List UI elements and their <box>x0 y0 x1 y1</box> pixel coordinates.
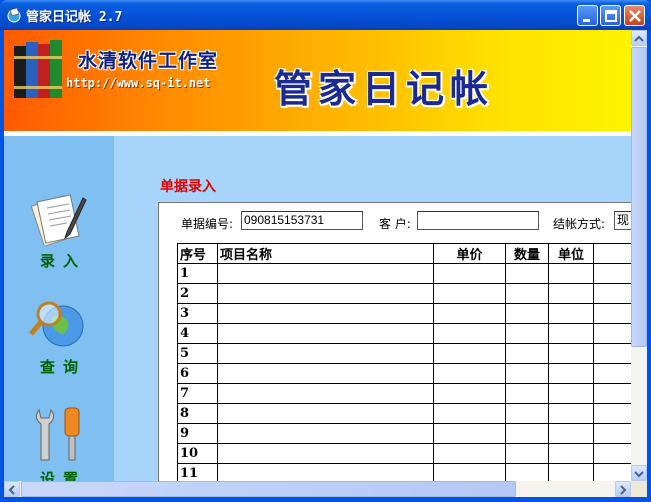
table-row[interactable]: 1 <box>177 263 631 284</box>
row-number: 4 <box>177 323 218 344</box>
document-pen-icon <box>30 194 87 246</box>
vertical-scroll-thumb[interactable] <box>631 47 647 347</box>
sidebar-item-query[interactable]: 查询 <box>4 296 114 377</box>
scroll-up-button[interactable] <box>631 30 647 46</box>
payment-label: 结帐方式: <box>553 217 606 231</box>
window-frame-bottom <box>0 497 651 502</box>
doc-no-input[interactable]: 090815153731 <box>241 211 363 230</box>
minimize-icon <box>583 19 590 22</box>
table-header-row: 序号 项目名称 单价 数量 单位 <box>177 243 631 264</box>
scrollbar-corner <box>631 481 647 497</box>
table-row[interactable]: 6 <box>177 363 631 384</box>
app-title: 管家日记帐 <box>274 66 495 111</box>
table-row[interactable]: 11 <box>177 463 631 481</box>
horizontal-scrollbar[interactable] <box>4 481 631 497</box>
column-header[interactable]: 单位 <box>548 243 594 264</box>
window-title: 管家日记帐 2.7 <box>26 10 123 25</box>
row-number: 2 <box>177 283 218 304</box>
sidebar-item-label: 设置 <box>39 470 86 481</box>
close-button[interactable] <box>624 5 645 26</box>
sidebar-item-entry[interactable]: 录入 <box>4 190 114 271</box>
maximize-button[interactable] <box>600 5 621 26</box>
row-number: 8 <box>177 403 218 424</box>
minimize-button[interactable] <box>577 5 598 26</box>
horizontal-scroll-thumb[interactable] <box>21 481 516 497</box>
payment-select[interactable]: 现 <box>614 211 631 230</box>
column-header[interactable]: 单价 <box>433 243 506 264</box>
window-frame-right <box>647 30 651 502</box>
row-number: 9 <box>177 423 218 444</box>
maximize-icon <box>605 10 617 22</box>
row-number: 3 <box>177 303 218 324</box>
section-title: 单据录入 <box>160 179 216 195</box>
column-header[interactable]: 序号 <box>177 243 218 264</box>
items-table: 序号 项目名称 单价 数量 单位 1 2 3 4 5 6 7 8 9 10 11 <box>177 243 631 481</box>
chevron-right-icon <box>620 485 627 495</box>
row-number: 6 <box>177 363 218 384</box>
sidebar-item-label: 录入 <box>39 252 86 270</box>
studio-url: http://www.sq-it.net <box>66 76 211 90</box>
column-header[interactable]: 数量 <box>505 243 549 264</box>
close-icon <box>629 10 641 22</box>
sidebar: 录入 查询 设置 <box>4 136 114 481</box>
column-header[interactable] <box>593 243 631 264</box>
customer-label: 客 户: <box>379 217 411 231</box>
table-row[interactable]: 10 <box>177 443 631 464</box>
column-header[interactable]: 项目名称 <box>217 243 434 264</box>
title-bar[interactable]: 管家日记帐 2.7 <box>0 0 651 30</box>
table-row[interactable]: 7 <box>177 383 631 404</box>
books-logo-icon <box>14 40 62 98</box>
table-row[interactable]: 5 <box>177 343 631 364</box>
customer-input[interactable] <box>417 211 539 230</box>
row-number: 7 <box>177 383 218 404</box>
table-row[interactable]: 9 <box>177 423 631 444</box>
tools-icon <box>35 407 80 461</box>
app-icon <box>7 7 21 23</box>
row-number: 11 <box>177 463 218 481</box>
scroll-right-button[interactable] <box>615 481 631 497</box>
vertical-scrollbar[interactable] <box>631 30 647 481</box>
studio-name: 水清软件工作室 <box>78 50 219 72</box>
app-window: 管家日记帐 2.7 水清软件工作室 http://www.sq-it.net 管… <box>0 0 651 502</box>
main-panel: 单据录入 单据编号: 090815153731 客 户: 结帐方式: 现 序号 … <box>114 136 631 481</box>
table-row[interactable]: 4 <box>177 323 631 344</box>
table-row[interactable]: 2 <box>177 283 631 304</box>
chevron-down-icon <box>634 471 644 478</box>
table-row[interactable]: 3 <box>177 303 631 324</box>
chevron-up-icon <box>634 35 644 42</box>
entry-form: 单据编号: 090815153731 客 户: 结帐方式: 现 序号 项目名称 … <box>158 202 631 481</box>
row-number: 10 <box>177 443 218 464</box>
doc-no-label: 单据编号: <box>181 217 234 231</box>
scroll-down-button[interactable] <box>631 465 647 481</box>
header-banner: 水清软件工作室 http://www.sq-it.net 管家日记帐 <box>4 30 631 131</box>
row-number: 1 <box>177 263 218 284</box>
table-row[interactable]: 8 <box>177 403 631 424</box>
sidebar-item-label: 查询 <box>39 358 86 376</box>
row-number: 5 <box>177 343 218 364</box>
magnifier-globe-icon <box>29 301 84 347</box>
scroll-left-button[interactable] <box>4 481 20 497</box>
sidebar-item-settings[interactable]: 设置 <box>4 404 114 481</box>
chevron-left-icon <box>8 485 15 495</box>
client-area: 水清软件工作室 http://www.sq-it.net 管家日记帐 录入 查询… <box>4 30 631 481</box>
